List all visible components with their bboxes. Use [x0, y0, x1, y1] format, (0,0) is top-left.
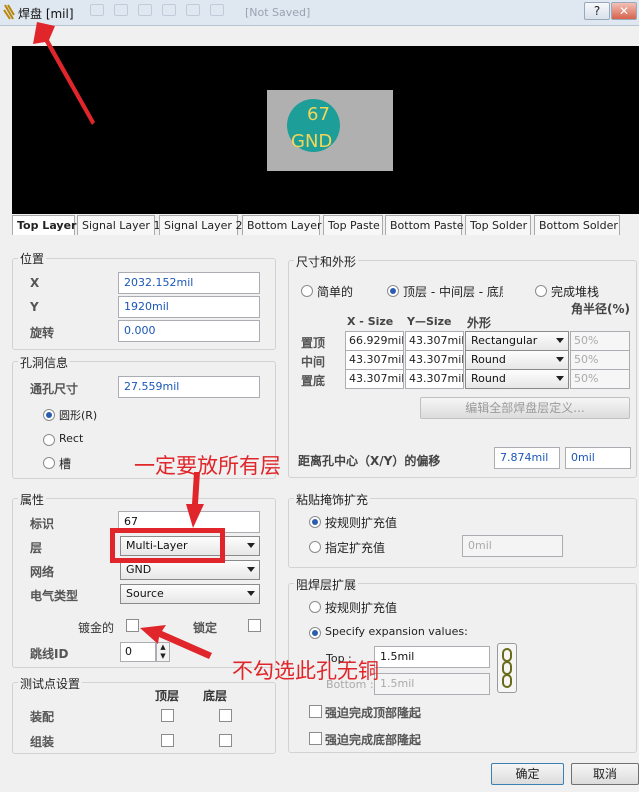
- arrow-to-title: [33, 22, 95, 125]
- arrow-to-plated: [140, 625, 212, 659]
- annotation-arrows: [33, 22, 212, 659]
- arrow-to-layer: [186, 472, 204, 528]
